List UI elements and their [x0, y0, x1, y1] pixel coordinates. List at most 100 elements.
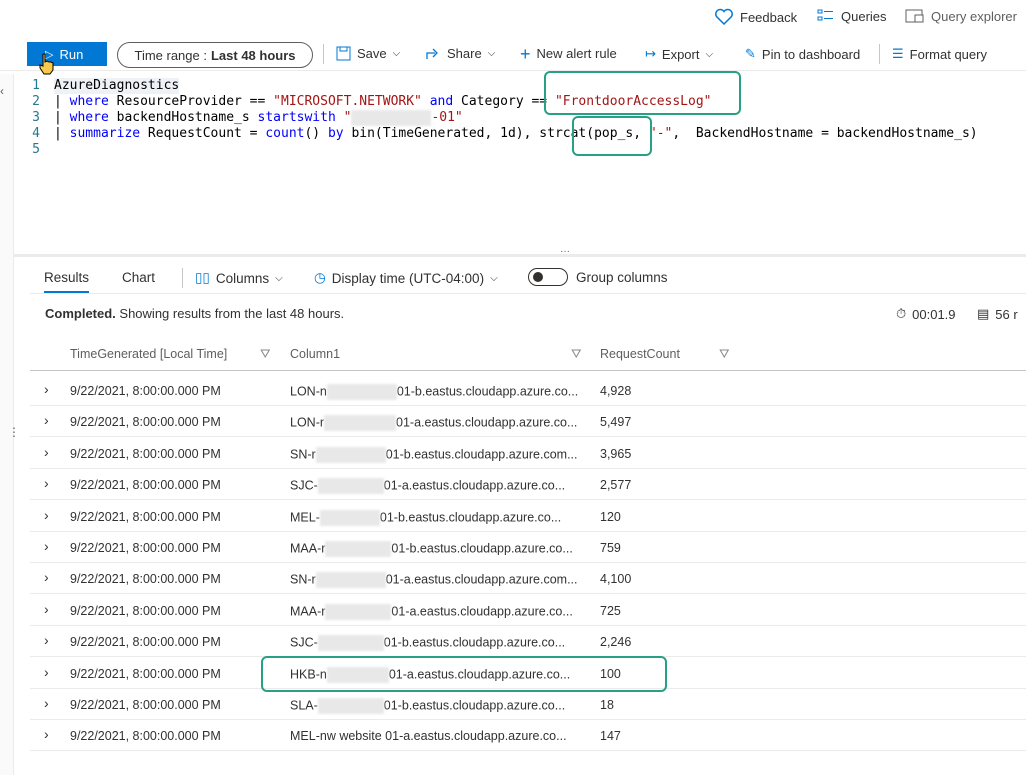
toggle-switch[interactable]: [528, 268, 568, 286]
toolbar-divider: [323, 44, 324, 64]
expand-chevron-icon[interactable]: ›: [44, 569, 49, 585]
code-line: 5: [14, 142, 54, 158]
save-label: Save: [357, 46, 387, 61]
export-arrow-icon: ↦: [645, 46, 656, 61]
cell-time-generated: 9/22/2021, 8:00:00.000 PM: [70, 541, 221, 555]
new-alert-rule-label: New alert rule: [536, 46, 617, 61]
redacted-text: [315, 446, 386, 463]
table-row[interactable]: › 9/22/2021, 8:00:00.000 PM LON-r 01-a.east…: [30, 406, 1026, 438]
group-columns-toggle[interactable]: Group columns: [528, 268, 668, 286]
code-line: 1 AzureDiagnostics: [14, 78, 180, 94]
cell-column1: SJC- 01-b.eastus.cloudapp.azure.co...: [290, 635, 565, 652]
table-row[interactable]: › 9/22/2021, 8:00:00.000 PM SLA- 01-b.eastu…: [30, 689, 1026, 720]
cell-time-generated: 9/22/2021, 8:00:00.000 PM: [70, 384, 221, 398]
results-tab-row: Results Chart ▯▯ Columns ⌵ ◷ Display tim…: [30, 262, 1026, 294]
tab-chart[interactable]: Chart: [122, 270, 155, 285]
cell-column1: LON-n 01-b.eastus.cloudapp.azure.co...: [290, 384, 578, 400]
cursor-hand-icon: [39, 53, 54, 75]
cell-column1-suffix: 01-a.eastus.cloudapp.azure.co...: [381, 729, 567, 744]
query-editor[interactable]: 1 AzureDiagnostics 2 | where ResourcePro…: [14, 74, 1026, 254]
annotation-box: [261, 656, 667, 692]
time-range-label: Time range :: [134, 47, 207, 63]
redacted-text: [317, 698, 384, 714]
record-count-value: 56 r: [995, 306, 1018, 322]
record-count: ▤ 56 r: [977, 306, 1018, 322]
expand-chevron-icon[interactable]: ›: [44, 664, 49, 680]
column-header-column1[interactable]: Column1: [290, 347, 340, 361]
drag-handle-icon[interactable]: ⋮: [8, 425, 20, 439]
expand-chevron-icon[interactable]: ›: [44, 601, 49, 617]
pin-to-dashboard-button[interactable]: ✎ Pin to dashboard: [745, 46, 860, 62]
table-row[interactable]: › 9/22/2021, 8:00:00.000 PM SJC- 01-a.eastu…: [30, 469, 1026, 501]
cell-column1-prefix: SN-r: [290, 572, 316, 587]
plus-icon: +: [520, 43, 531, 64]
table-row[interactable]: › 9/22/2021, 8:00:00.000 PM SN-r 01-b.eastu…: [30, 438, 1026, 469]
redacted-text: [351, 110, 432, 126]
feedback-link[interactable]: Feedback: [714, 8, 797, 26]
table-row[interactable]: › 9/22/2021, 8:00:00.000 PM LON-n 01-b.east…: [30, 375, 1026, 406]
code-line: 3 | where backendHostname_s startswith "…: [14, 110, 463, 126]
queries-link[interactable]: Queries: [817, 8, 887, 24]
cell-column1-prefix: MEL-: [290, 509, 320, 524]
list-icon: [817, 9, 833, 21]
expand-chevron-icon[interactable]: ›: [44, 538, 49, 554]
cell-column1-suffix: 01-b.eastus.cloudapp.azure.com...: [385, 447, 578, 462]
chevron-down-icon: ⌵: [392, 48, 401, 59]
table-row[interactable]: › 9/22/2021, 8:00:00.000 PM SJC- 01-b.eastu…: [30, 626, 1026, 658]
pane-splitter[interactable]: [14, 254, 1026, 257]
table-row[interactable]: › 9/22/2021, 8:00:00.000 PM MEL-nw website…: [30, 720, 1026, 752]
filter-icon[interactable]: ⛛: [571, 347, 582, 362]
run-label: Run: [59, 46, 84, 62]
expand-chevron-icon[interactable]: ›: [44, 726, 49, 742]
expand-chevron-icon[interactable]: ›: [44, 381, 49, 397]
table-row[interactable]: › 9/22/2021, 8:00:00.000 PM MAA-r 01-a.east…: [30, 595, 1026, 626]
cell-column1-suffix: 01-a.eastus.cloudapp.azure.co...: [396, 415, 578, 430]
export-button[interactable]: ↦ Export ⌵: [645, 46, 713, 62]
display-time-button[interactable]: ◷ Display time (UTC-04:00) ⌵: [314, 270, 498, 286]
line-number: 5: [32, 142, 40, 157]
table-row[interactable]: › 9/22/2021, 8:00:00.000 PM SN-r 01-a.eastu…: [30, 563, 1026, 595]
explorer-icon: [905, 9, 924, 23]
cell-column1-suffix: 01-a.eastus.cloudapp.azure.com...: [385, 572, 578, 587]
expand-chevron-icon[interactable]: ›: [44, 632, 49, 648]
query-status: Completed. Showing results from the last…: [45, 306, 344, 321]
table-row[interactable]: › 9/22/2021, 8:00:00.000 PM MEL- 01-b.eastu…: [30, 501, 1026, 532]
line-number: 2: [32, 94, 40, 109]
columns-button[interactable]: ▯▯ Columns ⌵: [195, 270, 283, 286]
table-row[interactable]: › 9/22/2021, 8:00:00.000 PM MAA-r 01-b.east…: [30, 532, 1026, 563]
redacted-text: [319, 509, 380, 526]
expand-chevron-icon[interactable]: ›: [44, 412, 49, 428]
save-button[interactable]: Save ⌵: [336, 46, 400, 61]
filter-icon[interactable]: ⛛: [260, 347, 271, 362]
tab-results[interactable]: Results: [44, 270, 90, 293]
line-number: 4: [32, 126, 40, 141]
expand-chevron-icon[interactable]: ›: [44, 695, 49, 711]
query-explorer-link[interactable]: Query explorer: [905, 8, 1017, 24]
expand-chevron-icon[interactable]: ›: [44, 475, 49, 491]
cell-column1: SLA- 01-b.eastus.cloudapp.azure.co...: [290, 698, 565, 714]
cell-column1-prefix: LON-n: [290, 384, 327, 399]
cell-time-generated: 9/22/2021, 8:00:00.000 PM: [70, 478, 221, 493]
filter-icon[interactable]: ⛛: [719, 347, 730, 362]
cell-column1: MAA-r 01-a.eastus.cloudapp.azure.co...: [290, 603, 573, 620]
new-alert-rule-button[interactable]: + New alert rule: [520, 43, 617, 64]
column-header-time[interactable]: TimeGenerated [Local Time]: [70, 347, 227, 361]
cell-request-count: 18: [600, 698, 614, 712]
collapse-chevron-icon[interactable]: ‹: [0, 84, 4, 98]
cell-time-generated: 9/22/2021, 8:00:00.000 PM: [70, 666, 221, 681]
time-range-picker[interactable]: Time range : Last 48 hours: [117, 42, 313, 68]
query-duration: ⏱ 00:01.9: [896, 306, 956, 322]
top-bar: Feedback Queries Query explorer: [0, 0, 1026, 34]
chevron-down-icon: ⌵: [705, 48, 714, 60]
column-header-requestcount[interactable]: RequestCount: [600, 347, 680, 361]
format-query-button[interactable]: ☰ Format query: [892, 46, 987, 62]
expand-chevron-icon[interactable]: ›: [44, 444, 49, 460]
columns-icon: ▯▯: [195, 270, 210, 285]
share-button[interactable]: Share ⌵: [425, 46, 495, 61]
code-text: |: [54, 110, 70, 125]
columns-label: Columns: [215, 270, 270, 286]
cell-time-generated: 9/22/2021, 8:00:00.000 PM: [70, 572, 221, 587]
expand-chevron-icon[interactable]: ›: [44, 507, 49, 523]
cell-request-count: 759: [600, 541, 621, 555]
annotation-box: [544, 71, 741, 115]
